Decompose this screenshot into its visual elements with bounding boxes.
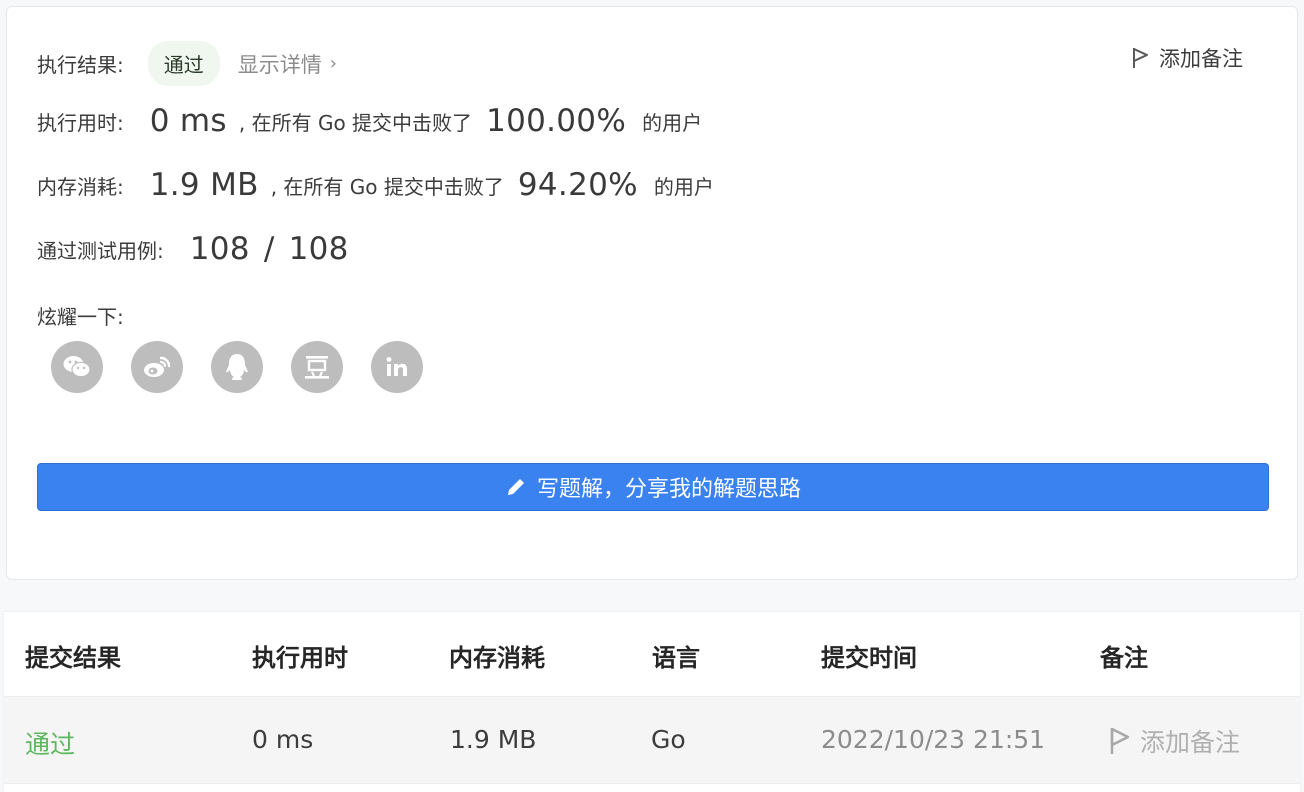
flag-icon	[1110, 727, 1130, 754]
flag-icon	[1133, 48, 1148, 68]
table-row: 通过 0 ms 1.9 MB Go 2022/10/23 21:51 添加备注	[4, 696, 1300, 784]
write-solution-button[interactable]: 写题解，分享我的解题思路	[37, 463, 1269, 511]
runtime-row: 执行用时: 0 ms , 在所有 Go 提交中击败了 100.00% 的用户	[37, 103, 702, 139]
memory-row: 内存消耗: 1.9 MB , 在所有 Go 提交中击败了 94.20% 的用户	[37, 167, 714, 203]
memory-label: 内存消耗:	[37, 174, 124, 199]
row-memory: 1.9 MB	[450, 725, 537, 754]
chevron-right-icon: ›	[329, 53, 337, 74]
tests-separator: /	[263, 231, 275, 267]
douban-icon	[305, 356, 329, 379]
pencil-icon	[507, 479, 524, 495]
runtime-label: 执行用时:	[37, 110, 124, 135]
memory-beat-text: , 在所有 Go 提交中击败了	[270, 174, 504, 199]
share-qq-button[interactable]	[211, 341, 263, 393]
runtime-suffix: 的用户	[642, 110, 703, 135]
share-label: 炫耀一下:	[37, 305, 124, 329]
tests-row: 通过测试用例: 108 / 108	[37, 231, 349, 267]
tests-passed: 108	[189, 231, 250, 267]
tests-total: 108	[288, 231, 349, 267]
weibo-icon	[144, 356, 171, 377]
runtime-percent: 100.00%	[486, 103, 627, 139]
header-memory: 内存消耗	[449, 644, 545, 672]
result-label: 执行结果:	[37, 53, 124, 77]
row-add-note-label: 添加备注	[1140, 728, 1241, 757]
show-details-link[interactable]: 显示详情 ›	[238, 49, 337, 79]
row-language: Go	[651, 725, 686, 754]
header-runtime: 执行用时	[252, 644, 348, 672]
share-linkedin-button[interactable]	[371, 341, 423, 393]
share-row: 炫耀一下:	[37, 301, 124, 330]
share-douban-button[interactable]	[291, 341, 343, 393]
header-time: 提交时间	[821, 644, 917, 672]
memory-suffix: 的用户	[653, 174, 714, 199]
table-header: 提交结果 执行用时 内存消耗 语言 提交时间 备注	[4, 612, 1300, 696]
row-runtime: 0 ms	[252, 725, 314, 754]
qq-icon	[226, 354, 248, 380]
result-row: 执行结果: 通过 显示详情 ›	[37, 41, 337, 86]
memory-value: 1.9 MB	[149, 167, 259, 203]
row-submit-time: 2022/10/23 21:51	[821, 725, 1046, 754]
wechat-icon	[63, 356, 91, 378]
runtime-value: 0 ms	[149, 103, 227, 139]
share-icons	[51, 341, 423, 393]
header-result: 提交结果	[25, 644, 121, 672]
write-solution-label: 写题解，分享我的解题思路	[536, 477, 801, 502]
share-wechat-button[interactable]	[51, 341, 103, 393]
submission-result-card: 执行结果: 通过 显示详情 › 添加备注 执行用时: 0 ms , 在所有 Go…	[6, 6, 1298, 580]
add-note-button[interactable]: 添加备注	[1131, 43, 1243, 73]
header-language: 语言	[652, 644, 700, 672]
memory-percent: 94.20%	[517, 167, 638, 203]
add-note-label: 添加备注	[1159, 47, 1243, 71]
row-add-note-button[interactable]: 添加备注	[1108, 723, 1240, 759]
submissions-table: 提交结果 执行用时 内存消耗 语言 提交时间 备注 通过 0 ms 1.9 MB…	[4, 612, 1300, 792]
status-badge: 通过	[147, 41, 220, 86]
tests-label: 通过测试用例:	[37, 238, 164, 263]
show-details-label: 显示详情	[237, 52, 322, 77]
row-result-link[interactable]: 通过	[25, 725, 75, 761]
linkedin-icon	[386, 357, 407, 376]
header-note: 备注	[1100, 644, 1148, 672]
runtime-beat-text: , 在所有 Go 提交中击败了	[238, 110, 473, 135]
share-weibo-button[interactable]	[131, 341, 183, 393]
